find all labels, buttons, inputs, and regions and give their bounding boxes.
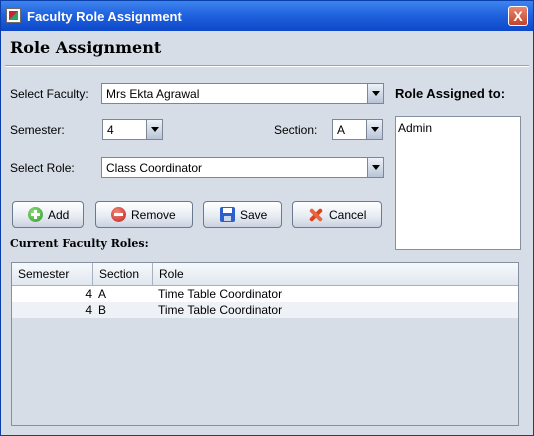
cancel-icon — [308, 207, 323, 222]
semester-select[interactable]: 4 — [102, 119, 163, 140]
cell-semester: 4 — [85, 287, 92, 301]
role-assigned-label: Role Assigned to: — [395, 86, 506, 101]
add-button[interactable]: Add — [12, 201, 84, 228]
cell-semester: 4 — [85, 303, 92, 317]
table-row[interactable]: 4 B Time Table Coordinator — [12, 302, 518, 318]
cell-section: A — [98, 287, 107, 301]
remove-icon — [111, 207, 126, 222]
column-header-section[interactable]: Section — [93, 263, 153, 285]
page-heading: Role Assignment — [10, 38, 162, 57]
chevron-down-icon[interactable] — [366, 120, 382, 139]
table-row[interactable]: 4 A Time Table Coordinator — [12, 286, 518, 302]
add-icon — [28, 207, 43, 222]
section-select[interactable]: A — [332, 119, 383, 140]
save-button-label: Save — [240, 208, 268, 222]
cell-role: Time Table Coordinator — [158, 287, 283, 301]
cancel-button-label: Cancel — [329, 208, 367, 222]
current-roles-table: Semester Section Role 4 A Time Table Coo… — [11, 262, 519, 426]
section-select-value: A — [337, 123, 346, 137]
table-header: Semester Section Role — [12, 263, 518, 286]
faculty-select-value: Mrs Ekta Agrawal — [106, 87, 200, 101]
close-button[interactable]: X — [508, 6, 528, 26]
chevron-down-icon[interactable] — [146, 120, 162, 139]
list-item[interactable]: Admin — [398, 121, 432, 135]
current-roles-title: Current Faculty Roles: — [10, 237, 149, 250]
window-title: Faculty Role Assignment — [27, 9, 182, 24]
save-button[interactable]: Save — [203, 201, 282, 228]
app-icon — [6, 8, 21, 23]
role-select-value: Class Coordinator — [106, 161, 203, 175]
faculty-role-window: Faculty Role Assignment X Role Assignmen… — [0, 0, 534, 436]
cancel-button[interactable]: Cancel — [292, 201, 382, 228]
save-icon — [220, 207, 235, 222]
remove-button[interactable]: Remove — [95, 201, 193, 228]
role-assigned-list[interactable]: Admin — [395, 116, 521, 250]
section-label: Section: — [274, 123, 318, 137]
role-label: Select Role: — [10, 161, 75, 175]
role-select[interactable]: Class Coordinator — [101, 157, 384, 178]
chevron-down-icon[interactable] — [367, 84, 383, 103]
faculty-label: Select Faculty: — [10, 87, 89, 101]
add-button-label: Add — [48, 208, 70, 222]
column-header-role[interactable]: Role — [153, 263, 518, 285]
cell-section: B — [98, 303, 107, 317]
cell-role: Time Table Coordinator — [158, 303, 283, 317]
remove-button-label: Remove — [131, 208, 176, 222]
column-header-semester[interactable]: Semester — [12, 263, 93, 285]
semester-select-value: 4 — [107, 123, 114, 137]
heading-divider — [5, 65, 529, 67]
title-bar[interactable]: Faculty Role Assignment X — [1, 1, 533, 31]
faculty-select[interactable]: Mrs Ekta Agrawal — [101, 83, 384, 104]
semester-label: Semester: — [10, 123, 65, 137]
chevron-down-icon[interactable] — [367, 158, 383, 177]
